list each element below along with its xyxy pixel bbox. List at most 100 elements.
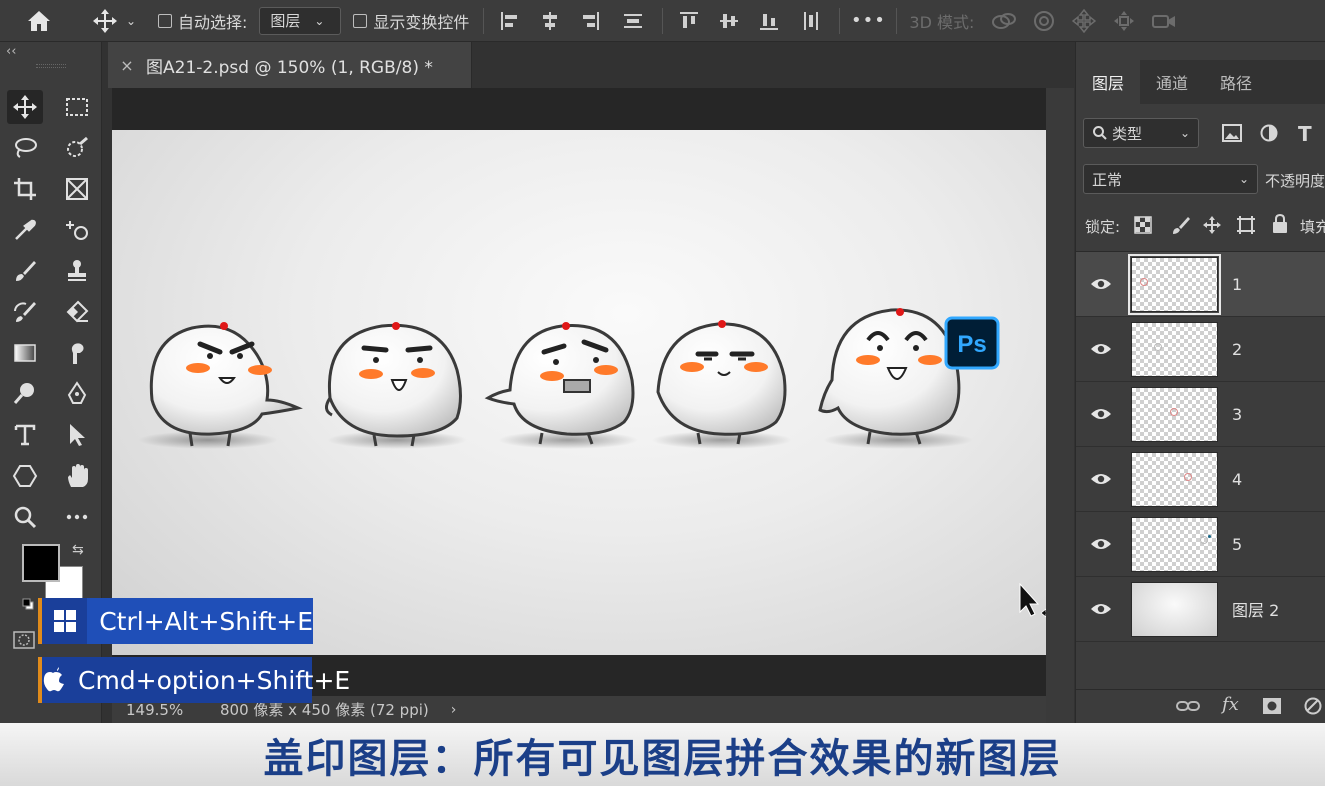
filter-image-icon[interactable] [1222, 124, 1242, 146]
show-transform-label: 显示变换控件 [373, 12, 470, 32]
layer-row-3[interactable]: 3 [1076, 382, 1325, 447]
eye-icon[interactable] [1076, 537, 1126, 551]
more-options-button[interactable]: ••• [846, 0, 890, 42]
lock-pixels-icon[interactable] [1170, 215, 1190, 239]
distribute-icon[interactable] [610, 0, 656, 42]
layer-name[interactable]: 3 [1232, 405, 1242, 424]
eye-icon[interactable] [1076, 342, 1126, 356]
3d-mode-label: 3D 模式: [909, 12, 975, 32]
layer-row-5[interactable]: 5 [1076, 512, 1325, 577]
smudge-tool-icon[interactable] [59, 336, 95, 370]
path-selection-tool-icon[interactable] [59, 418, 95, 452]
lock-transparent-icon[interactable] [1134, 216, 1152, 238]
align-bottom-icon[interactable] [749, 0, 789, 42]
frame-tool-icon[interactable] [59, 172, 95, 206]
distribute-vertical-icon[interactable] [789, 0, 833, 42]
eyedropper-tool-icon[interactable] [7, 213, 43, 247]
auto-select-checkbox[interactable]: 自动选择: [150, 0, 247, 42]
collapse-panel-icon[interactable]: ‹‹ [6, 44, 16, 59]
gradient-tool-icon[interactable] [7, 336, 43, 370]
3d-orbit-icon[interactable] [984, 0, 1024, 42]
show-transform-checkbox[interactable]: 显示变换控件 [341, 0, 469, 42]
fx-icon[interactable]: fx [1222, 694, 1239, 715]
tab-channels[interactable]: 通道 [1140, 60, 1204, 104]
auto-select-check[interactable] [158, 13, 172, 28]
eye-icon[interactable] [1076, 407, 1126, 421]
filter-adjustment-icon[interactable] [1260, 124, 1278, 146]
zoom-level[interactable]: 149.5% [126, 701, 206, 719]
layer-name[interactable]: 1 [1232, 275, 1242, 294]
3d-camera-icon[interactable] [1144, 0, 1184, 42]
vertical-scrollbar[interactable] [1046, 88, 1074, 723]
healing-brush-tool-icon[interactable] [59, 213, 95, 247]
lasso-tool-icon[interactable] [7, 131, 43, 165]
lock-all-icon[interactable] [1272, 213, 1288, 238]
3d-slide-icon[interactable] [1104, 0, 1144, 42]
ps-logo: Ps [944, 316, 1000, 370]
add-mask-icon[interactable] [1262, 697, 1282, 719]
swap-colors-icon[interactable]: ⇆ [72, 542, 84, 558]
align-top-icon[interactable] [669, 0, 709, 42]
shape-tool-icon[interactable] [7, 459, 43, 493]
blend-mode-dropdown[interactable]: 正常 ⌄ [1083, 164, 1258, 194]
close-tab-icon[interactable]: × [108, 56, 146, 75]
default-colors-icon[interactable] [22, 595, 34, 610]
3d-roll-icon[interactable] [1024, 0, 1064, 42]
character-2 [325, 322, 467, 449]
lock-artboard-icon[interactable] [1236, 215, 1256, 239]
move-tool-preset-icon[interactable]: ⌄ [78, 0, 150, 42]
layer-name[interactable]: 图层 2 [1232, 597, 1279, 621]
quick-mask-icon[interactable] [13, 631, 35, 649]
link-layers-icon[interactable] [1176, 698, 1200, 717]
eye-icon[interactable] [1076, 277, 1126, 291]
auto-select-dropdown[interactable]: 图层 ⌄ [259, 6, 342, 35]
type-tool-icon[interactable] [7, 418, 43, 452]
layer-row-background[interactable]: 图层 2 [1076, 577, 1325, 642]
layer-name[interactable]: 5 [1232, 535, 1242, 554]
toolbox-grip[interactable] [36, 64, 66, 68]
more-tools-icon[interactable] [59, 500, 95, 534]
eraser-tool-icon[interactable] [59, 295, 95, 329]
foreground-color-swatch[interactable] [22, 544, 60, 582]
adjustment-layer-icon[interactable] [1304, 697, 1322, 719]
search-icon [1093, 126, 1107, 140]
align-right-icon[interactable] [570, 0, 610, 42]
separator [896, 7, 898, 34]
tab-layers[interactable]: 图层 [1076, 60, 1140, 104]
ps-logo-text: Ps [957, 331, 986, 358]
photoshop-window: ⌄ 自动选择: 图层 ⌄ 显示变换控件 ••• 3D 模式: ‹‹ ⇆ × 图A… [0, 0, 1325, 786]
layer-row-2[interactable]: 2 [1076, 317, 1325, 382]
home-icon[interactable] [0, 0, 78, 42]
3d-pan-icon[interactable] [1064, 0, 1104, 42]
zoom-tool-icon[interactable] [7, 500, 43, 534]
eye-icon[interactable] [1076, 472, 1126, 486]
quick-selection-tool-icon[interactable] [59, 131, 95, 165]
align-center-icon[interactable] [530, 0, 570, 42]
brush-tool-icon[interactable] [7, 254, 43, 288]
align-middle-icon[interactable] [709, 0, 749, 42]
tab-paths[interactable]: 路径 [1204, 60, 1268, 104]
stamp-tool-icon[interactable] [59, 254, 95, 288]
layer-row-1[interactable]: 1 [1076, 252, 1325, 317]
options-bar: ⌄ 自动选择: 图层 ⌄ 显示变换控件 ••• 3D 模式: [0, 0, 1325, 42]
layer-name[interactable]: 4 [1232, 470, 1242, 489]
canvas[interactable]: Ps [112, 130, 1046, 655]
chevron-right-icon[interactable]: › [451, 702, 457, 718]
move-tool-icon[interactable] [7, 90, 43, 124]
document-tab[interactable]: × 图A21-2.psd @ 150% (1, RGB/8) * [108, 42, 472, 88]
hand-tool-icon[interactable] [59, 459, 95, 493]
pen-tool-icon[interactable] [59, 377, 95, 411]
artwork: Ps [138, 308, 1046, 618]
history-brush-tool-icon[interactable] [7, 295, 43, 329]
layer-name[interactable]: 2 [1232, 340, 1242, 359]
crop-tool-icon[interactable] [7, 172, 43, 206]
layer-filter-dropdown[interactable]: 类型 ⌄ [1083, 118, 1199, 148]
lock-position-icon[interactable] [1202, 215, 1222, 239]
layer-row-4[interactable]: 4 [1076, 447, 1325, 512]
filter-type-icon[interactable]: T [1298, 122, 1312, 146]
show-transform-check[interactable] [353, 13, 368, 28]
marquee-tool-icon[interactable] [59, 90, 95, 124]
eye-icon[interactable] [1076, 602, 1126, 616]
dodge-tool-icon[interactable] [7, 377, 43, 411]
align-left-icon[interactable] [490, 0, 530, 42]
